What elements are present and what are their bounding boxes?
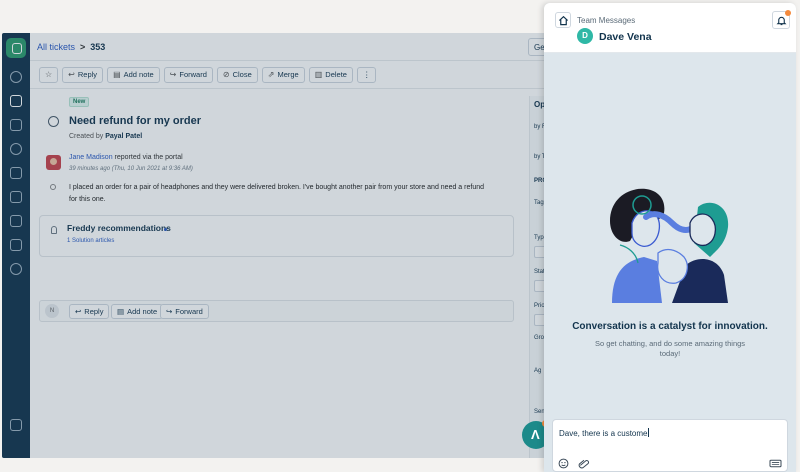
- notifications-button[interactable]: [772, 10, 791, 29]
- add-note-label: Add note: [123, 70, 154, 79]
- status-badge: New: [69, 97, 90, 107]
- reply-bar-forward-label: Forward: [175, 307, 203, 316]
- agent-label: Ag: [534, 368, 542, 374]
- reply-label: Reply: [77, 70, 98, 79]
- emoji-icon[interactable]: [558, 458, 569, 469]
- ticket-toolbar: ☆ ↩ Reply ▤ Add note ↪ Forward ⊘ Close ⇗ Merg…: [30, 61, 562, 89]
- reply-icon: ↩: [75, 307, 82, 316]
- dashboard-icon[interactable]: [10, 71, 22, 83]
- trash-icon: ▥: [314, 70, 323, 79]
- home-button[interactable]: [555, 12, 571, 28]
- team-messages-panel: Team Messages D Dave Vena Conversation i…: [544, 3, 796, 472]
- reply-bar-forward-button[interactable]: ↪ Forward: [160, 304, 209, 319]
- ticket-description: I placed an order for a pair of headphon…: [69, 184, 484, 203]
- avatar: [46, 155, 61, 170]
- forward-label: Forward: [179, 70, 207, 79]
- reporter-line: Jane Madison reported via the portal: [69, 154, 183, 161]
- breadcrumb-all-tickets[interactable]: All tickets: [37, 42, 75, 52]
- reply-bar-reply-label: Reply: [84, 307, 104, 316]
- agent-avatar: N: [45, 304, 59, 318]
- forward-button[interactable]: ↪ Forward: [163, 66, 213, 83]
- reporter-name[interactable]: Jane Madison: [69, 154, 113, 161]
- home-icon: [558, 15, 569, 26]
- solutions-icon[interactable]: [10, 167, 22, 179]
- note-icon: ▤: [117, 307, 125, 316]
- close-button[interactable]: ⊘ Close: [216, 66, 258, 83]
- app-logo-icon[interactable]: [6, 38, 26, 58]
- reply-bar-reply-button[interactable]: ↩ Reply: [69, 304, 110, 319]
- ticket-main: All tickets > 353 Ge ☆ ↩ Reply ▤ Add note …: [30, 33, 562, 458]
- created-by: Created by Payal Patel: [69, 133, 142, 140]
- created-by-label: Created by: [69, 133, 104, 140]
- delete-label: Delete: [325, 70, 347, 79]
- merge-label: Merge: [277, 70, 299, 79]
- contact-name: Dave Vena: [599, 31, 652, 43]
- star-icon: ☆: [45, 70, 53, 79]
- message-input[interactable]: Dave, there is a custome: [559, 428, 649, 438]
- forums-icon[interactable]: [10, 191, 22, 203]
- ticket-number: 353: [90, 41, 106, 52]
- reply-button[interactable]: ↩ Reply: [62, 66, 104, 83]
- ticket-subject: Need refund for my order: [69, 115, 202, 127]
- creator-name: Payal Patel: [105, 133, 143, 140]
- add-note-button[interactable]: ▤ Add note: [107, 66, 160, 83]
- close-label: Close: [232, 70, 252, 79]
- merge-button[interactable]: ⇗ Merge: [261, 66, 305, 83]
- lightbulb-icon: [51, 226, 57, 234]
- tickets-icon[interactable]: [10, 95, 22, 107]
- delete-button[interactable]: ▥ Delete: [308, 66, 353, 83]
- reported-via: reported via the portal: [114, 154, 183, 161]
- timestamp: 39 minutes ago (Thu, 10 Jun 2021 at 9:36…: [69, 166, 193, 172]
- portal-icon: [50, 184, 56, 190]
- reply-bar-add-note-button[interactable]: ▤ Add note: [111, 304, 164, 319]
- forward-icon: ↪: [169, 70, 177, 79]
- helpdesk-app: All tickets > 353 Ge ☆ ↩ Reply ▤ Add note …: [2, 33, 562, 458]
- nav-rail: [2, 33, 30, 458]
- reply-icon: ↩: [68, 70, 75, 79]
- notification-dot: [785, 10, 791, 16]
- breadcrumb: All tickets > 353 Ge: [30, 33, 562, 61]
- breadcrumb-separator: >: [80, 41, 86, 52]
- star-button[interactable]: ☆: [39, 66, 59, 83]
- chat-icon[interactable]: [10, 419, 22, 431]
- message-compose-box[interactable]: Dave, there is a custome: [552, 419, 788, 472]
- reports-icon[interactable]: [10, 215, 22, 227]
- globe-icon: [48, 116, 59, 127]
- groups-icon[interactable]: [10, 143, 22, 155]
- freddy-recommendations: Freddy recommendations 1 Solution articl…: [39, 215, 514, 257]
- forward-icon: ↪: [166, 307, 173, 316]
- inbox-icon[interactable]: [10, 239, 22, 251]
- note-icon: ▤: [113, 70, 121, 79]
- bell-icon: [776, 16, 787, 26]
- admin-gear-icon[interactable]: [10, 263, 22, 275]
- more-button[interactable]: ⋮: [356, 66, 377, 83]
- reply-bar-add-note-label: Add note: [127, 307, 158, 316]
- attachment-icon[interactable]: [577, 458, 591, 469]
- freddy-indicator-dot: [164, 228, 167, 231]
- contact-avatar: D: [577, 28, 593, 44]
- keyboard-icon[interactable]: [769, 458, 782, 469]
- panel-header: Team Messages D Dave Vena: [544, 3, 796, 53]
- merge-icon: ⇗: [267, 70, 275, 79]
- solution-articles-link[interactable]: 1 Solution articles: [67, 238, 114, 244]
- reply-bar: N ↩ Reply ▤ Add note ↪ Forward: [39, 300, 514, 322]
- panel-title: Team Messages: [577, 16, 636, 25]
- empty-state-tagline: Conversation is a catalyst for innovatio…: [572, 321, 768, 332]
- close-circle-icon: ⊘: [222, 70, 230, 79]
- freddy-title: Freddy recommendations: [67, 223, 171, 233]
- empty-state-subline: So get chatting, and do some amazing thi…: [594, 339, 746, 358]
- conversation-illustration: [610, 188, 729, 303]
- contacts-icon[interactable]: [10, 119, 22, 131]
